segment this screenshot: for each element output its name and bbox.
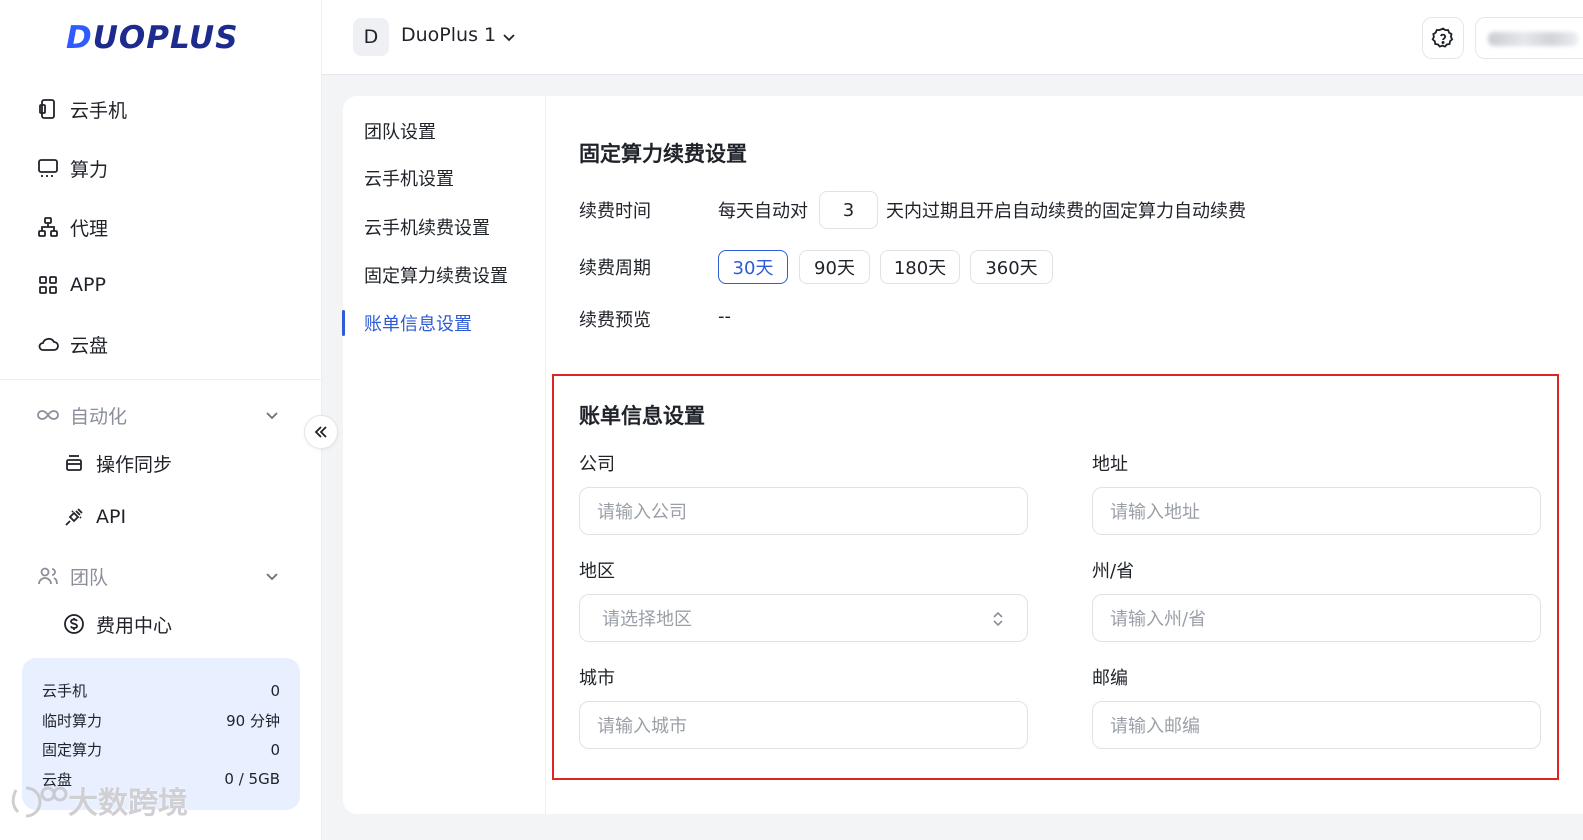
zip-placeholder: 请输入邮编 xyxy=(1110,716,1200,737)
watermark: 大数跨境 xyxy=(8,778,188,822)
address-input[interactable]: 请输入地址 xyxy=(1092,487,1541,535)
city-input[interactable]: 请输入城市 xyxy=(579,701,1028,749)
collapse-sidebar-button[interactable] xyxy=(304,415,338,449)
sidebar-item-cloud-disk[interactable]: 云盘 xyxy=(36,326,108,362)
cloud-icon xyxy=(36,332,60,356)
infinity-icon xyxy=(36,403,60,427)
sidebar-item-label: 云盘 xyxy=(70,334,109,357)
active-indicator xyxy=(342,310,345,336)
renewal-time-suffix: 天内过期且开启自动续费的固定算力自动续费 xyxy=(886,201,1246,222)
sidebar-item-label: API xyxy=(96,506,127,528)
renewal-preview-value: -- xyxy=(718,306,731,327)
settings-nav xyxy=(343,96,546,814)
duoplus-logo[interactable]: DUOPLUS xyxy=(66,18,239,58)
stat-row: 云手机 0 xyxy=(42,676,280,706)
region-label: 地区 xyxy=(579,561,615,582)
stat-label: 云手机 xyxy=(42,682,88,701)
region-placeholder: 请选择地区 xyxy=(602,609,692,630)
plug-icon xyxy=(62,505,86,529)
stat-value: 0 xyxy=(270,681,280,700)
team-initial: D xyxy=(363,26,379,48)
watermark-logo-icon xyxy=(11,786,68,818)
grid-icon xyxy=(36,273,60,297)
zip-label: 邮编 xyxy=(1092,668,1128,689)
settings-nav-team[interactable]: 团队设置 xyxy=(364,117,436,145)
renewal-preview-label: 续费预览 xyxy=(579,310,651,331)
sidebar-item-label: 算力 xyxy=(70,158,109,181)
renewal-days-value: 3 xyxy=(842,199,855,221)
sidebar-item-label: 费用中心 xyxy=(96,614,173,637)
sidebar-group-label: 团队 xyxy=(70,566,109,589)
sidebar-group-automation[interactable]: 自动化 xyxy=(36,397,127,433)
stat-value: 0 xyxy=(270,740,280,759)
logo-text: DUOPLUS xyxy=(66,20,239,56)
settings-nav-cloud-phone[interactable]: 云手机设置 xyxy=(364,164,454,192)
stat-value: 0 / 5GB xyxy=(224,770,280,789)
period-option-90[interactable]: 90天 xyxy=(799,250,870,284)
sidebar-item-cloud-phone[interactable]: 云手机 xyxy=(36,91,127,127)
company-label: 公司 xyxy=(579,454,615,475)
team-switcher[interactable]: DuoPlus 1 xyxy=(401,24,496,46)
zip-input[interactable]: 请输入邮编 xyxy=(1092,701,1541,749)
renewal-period-label: 续费周期 xyxy=(579,258,651,279)
users-icon xyxy=(36,564,60,588)
sidebar-item-sync[interactable]: 操作同步 xyxy=(62,446,172,480)
help-icon xyxy=(1431,27,1454,48)
sidebar-item-billing-center[interactable]: 费用中心 xyxy=(62,607,172,641)
stat-label: 临时算力 xyxy=(42,711,103,730)
sidebar-item-label: 代理 xyxy=(70,217,109,240)
renewal-time-prefix: 每天自动对 xyxy=(718,201,808,222)
select-arrows-icon xyxy=(993,611,1003,627)
sidebar-divider xyxy=(0,379,322,380)
address-label: 地址 xyxy=(1092,454,1128,475)
watermark-text: 大数跨境 xyxy=(68,786,188,821)
city-placeholder: 请输入城市 xyxy=(597,716,687,737)
billing-section-title: 账单信息设置 xyxy=(579,404,705,428)
sidebar-group-label: 自动化 xyxy=(70,405,128,428)
settings-nav-compute-renewal[interactable]: 固定算力续费设置 xyxy=(364,261,508,289)
city-label: 城市 xyxy=(579,668,615,689)
chevron-down-icon[interactable] xyxy=(262,566,282,586)
stat-value: 90 分钟 xyxy=(226,711,280,730)
sidebar-item-api[interactable]: API xyxy=(62,500,126,534)
region-select[interactable]: 请选择地区 xyxy=(579,594,1028,642)
sidebar-item-label: APP xyxy=(70,274,106,296)
address-placeholder: 请输入地址 xyxy=(1110,502,1200,523)
renewal-section-title: 固定算力续费设置 xyxy=(579,142,747,166)
sidebar-item-label: 操作同步 xyxy=(96,453,173,476)
dollar-circle-icon xyxy=(62,612,86,636)
state-placeholder: 请输入州/省 xyxy=(1110,609,1207,630)
phone-icon xyxy=(36,97,60,121)
user-account-button[interactable] xyxy=(1475,17,1583,59)
settings-nav-billing-info[interactable]: 账单信息设置 xyxy=(364,309,472,337)
sidebar-item-app[interactable]: APP xyxy=(36,267,106,303)
sidebar-group-team[interactable]: 团队 xyxy=(36,558,108,594)
stat-row: 临时算力 90 分钟 xyxy=(42,706,280,736)
sidebar-item-proxy[interactable]: 代理 xyxy=(36,209,108,245)
blurred-username xyxy=(1488,32,1578,46)
help-button[interactable] xyxy=(1422,17,1464,59)
network-icon xyxy=(36,215,60,239)
period-option-360[interactable]: 360天 xyxy=(970,250,1053,284)
company-placeholder: 请输入公司 xyxy=(597,502,687,523)
monitor-icon xyxy=(36,156,60,180)
sidebar: DUOPLUS 云手机 算力 代理 APP 云盘 自动化 操作同步 API 团队… xyxy=(0,0,322,840)
sidebar-item-compute[interactable]: 算力 xyxy=(36,150,108,186)
renewal-days-input[interactable]: 3 xyxy=(819,191,878,229)
state-label: 州/省 xyxy=(1092,561,1135,582)
sidebar-item-label: 云手机 xyxy=(70,99,128,122)
double-chevron-left-icon xyxy=(314,426,327,438)
chevron-down-icon[interactable] xyxy=(262,405,282,425)
stat-row: 固定算力 0 xyxy=(42,735,280,765)
layers-icon xyxy=(62,451,86,475)
settings-nav-phone-renewal[interactable]: 云手机续费设置 xyxy=(364,213,490,241)
period-option-180[interactable]: 180天 xyxy=(880,250,960,284)
chevron-down-icon[interactable] xyxy=(499,27,519,47)
period-option-30[interactable]: 30天 xyxy=(718,250,788,284)
state-input[interactable]: 请输入州/省 xyxy=(1092,594,1541,642)
company-input[interactable]: 请输入公司 xyxy=(579,487,1028,535)
renewal-time-label: 续费时间 xyxy=(579,201,651,222)
stat-label: 固定算力 xyxy=(42,741,103,760)
team-avatar[interactable]: D xyxy=(353,18,389,56)
